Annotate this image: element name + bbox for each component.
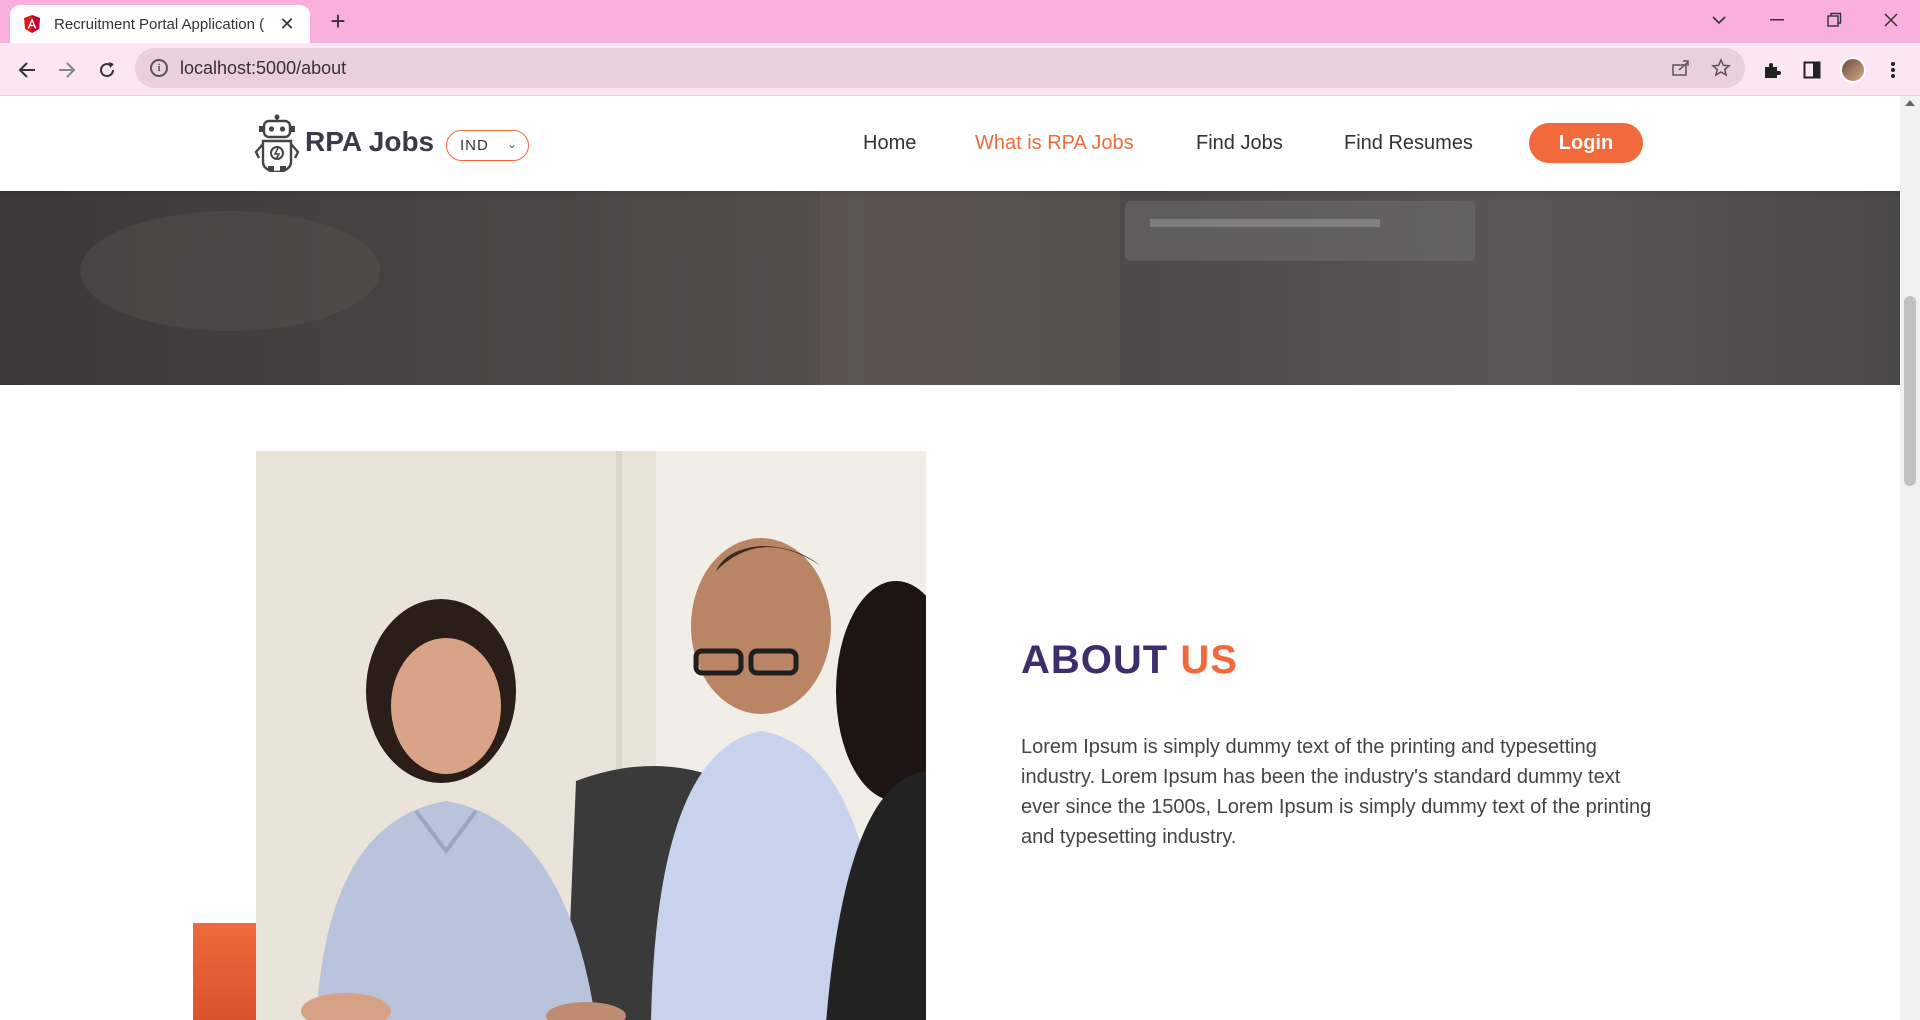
hero-banner — [0, 191, 1900, 385]
country-select[interactable]: IND ⌄ — [446, 130, 529, 161]
about-title: ABOUT US — [1021, 638, 1238, 683]
browser-tab[interactable]: Recruitment Portal Application ( ✕ — [10, 5, 310, 43]
scroll-up-icon[interactable] — [1905, 100, 1915, 106]
new-tab-icon[interactable]: + — [323, 6, 353, 36]
forward-icon[interactable] — [52, 55, 82, 85]
back-icon[interactable] — [12, 55, 42, 85]
page-viewport: RPA Jobs IND ⌄ Home What is RPA Jobs Fin… — [0, 96, 1900, 1020]
country-value: IND — [460, 137, 489, 154]
menu-kebab-icon[interactable] — [1878, 55, 1908, 85]
profile-avatar[interactable] — [1838, 55, 1868, 85]
close-window-icon[interactable] — [1863, 0, 1919, 40]
side-panel-icon[interactable] — [1797, 55, 1827, 85]
restore-icon[interactable] — [1806, 0, 1862, 40]
angular-icon — [24, 15, 40, 33]
url-text: localhost:5000/about — [180, 57, 347, 78]
reload-icon[interactable] — [92, 55, 122, 85]
about-title-accent: US — [1180, 638, 1238, 682]
extensions-icon[interactable] — [1757, 55, 1787, 85]
about-team-photo — [256, 451, 926, 1020]
share-icon[interactable] — [1667, 54, 1695, 82]
nav-home[interactable]: Home — [863, 132, 916, 155]
bookmark-star-icon[interactable] — [1707, 54, 1735, 82]
login-button[interactable]: Login — [1529, 123, 1643, 163]
tab-title: Recruitment Portal Application ( — [54, 15, 265, 33]
about-title-main: ABOUT — [1021, 638, 1169, 682]
nav-find-resumes[interactable]: Find Resumes — [1344, 132, 1473, 155]
site-header: RPA Jobs IND ⌄ Home What is RPA Jobs Fin… — [0, 96, 1900, 191]
scrollbar-thumb[interactable] — [1904, 296, 1916, 486]
robot-logo-icon — [254, 114, 300, 172]
address-bar[interactable]: i localhost:5000/about — [135, 48, 1745, 88]
tab-search-icon[interactable] — [1691, 0, 1747, 40]
minimize-icon[interactable] — [1749, 0, 1805, 40]
close-tab-icon[interactable]: ✕ — [276, 14, 298, 35]
about-description: Lorem Ipsum is simply dummy text of the … — [1021, 736, 1652, 848]
site-info-icon[interactable]: i — [150, 59, 168, 77]
browser-toolbar: i localhost:5000/about — [0, 43, 1920, 96]
nav-find-jobs[interactable]: Find Jobs — [1196, 132, 1283, 155]
decorative-accent-block — [193, 923, 256, 1020]
site-logo-text[interactable]: RPA Jobs — [305, 126, 434, 158]
browser-tab-strip: Recruitment Portal Application ( ✕ + — [0, 0, 1920, 43]
chevron-down-icon: ⌄ — [506, 137, 518, 151]
page-scrollbar[interactable] — [1900, 96, 1920, 1020]
nav-what-is-rpa-jobs[interactable]: What is RPA Jobs — [975, 132, 1134, 155]
